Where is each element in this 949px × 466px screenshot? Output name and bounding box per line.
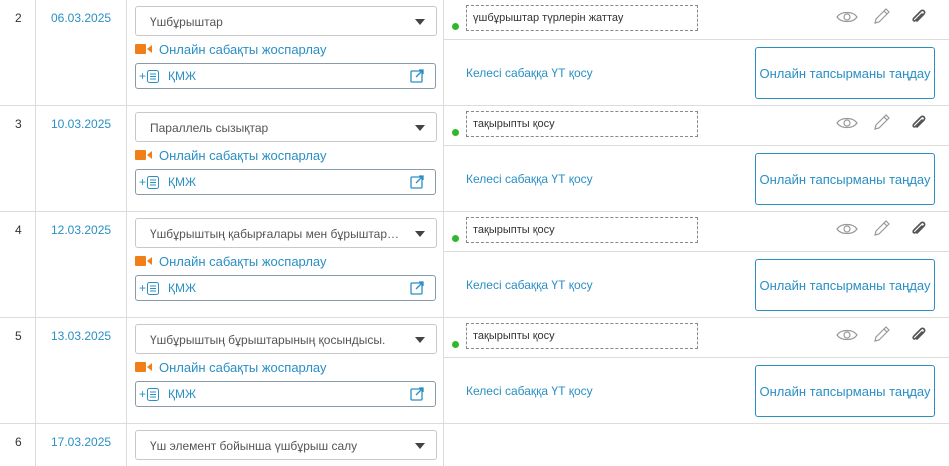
kmzh-field[interactable]: + ҚМЖ [135,169,436,195]
plan-online-lesson-link[interactable]: Онлайн сабақты жоспарлау [135,253,327,269]
divider [444,251,949,252]
kmzh-label: ҚМЖ [168,387,197,401]
lesson-date-link[interactable]: 10.03.2025 [51,117,111,131]
status-dot [452,235,459,242]
table-row: 5 13.03.2025 Үшбұрыштың бұрыштарының қос… [0,318,949,424]
eye-icon[interactable] [836,222,858,236]
choose-online-task-button[interactable]: Онлайн тапсырманы таңдау [755,153,935,205]
topic-select[interactable]: Параллель сызықтар [135,112,437,142]
homework-text: үшбұрыштар түрлерін жаттау [473,12,624,24]
external-link-icon[interactable] [410,281,424,295]
lesson-date-link[interactable]: 17.03.2025 [51,435,111,449]
kmzh-field[interactable]: + ҚМЖ [135,63,436,89]
video-camera-icon [135,255,153,267]
table-row: 6 17.03.2025 Үш элемент бойынша үшбұрыш … [0,424,949,464]
row-number: 4 [15,223,22,237]
kmzh-label: ҚМЖ [168,175,197,189]
table-row: 4 12.03.2025 Үшбұрыштың қабырғалары мен … [0,212,949,318]
topic-select-value: Үш элемент бойынша үшбұрыш салу [150,439,358,453]
plus-icon: + [139,387,147,401]
add-next-homework-link[interactable]: Келесі сабаққа ҮТ қосу [466,172,593,186]
eye-icon[interactable] [836,10,858,24]
homework-field[interactable]: үшбұрыштар түрлерін жаттау [466,5,698,31]
video-camera-icon [135,361,153,373]
external-link-icon[interactable] [410,175,424,189]
paperclip-icon[interactable] [909,325,927,345]
lesson-date-link[interactable]: 06.03.2025 [51,11,111,25]
paperclip-icon[interactable] [909,219,927,239]
plan-online-lesson-label: Онлайн сабақты жоспарлау [159,41,327,57]
homework-text: тақырыпты қосу [473,118,555,130]
homework-text: тақырыпты қосу [473,330,555,342]
plus-icon: + [139,281,147,295]
topic-select-value: Параллель сызықтар [150,121,269,135]
status-dot [452,23,459,30]
eye-icon[interactable] [836,116,858,130]
pencil-icon[interactable] [873,219,891,237]
eye-icon[interactable] [836,328,858,342]
plan-online-lesson-label: Онлайн сабақты жоспарлау [159,147,327,163]
plan-online-lesson-link[interactable]: Онлайн сабақты жоспарлау [135,359,327,375]
topic-select[interactable]: Үшбұрыштың бұрыштарының қосындысы. [135,324,437,354]
table-row: 2 06.03.2025 Үшбұрыштар Онлайн сабақты ж… [0,0,949,106]
kmzh-label: ҚМЖ [168,69,197,83]
paperclip-icon[interactable] [909,7,927,27]
video-camera-icon [135,149,153,161]
topic-select[interactable]: Үшбұрыштың қабырғалары мен бұрыштары а..… [135,218,437,248]
chevron-down-icon [415,443,425,449]
row-number: 6 [15,435,22,449]
divider [444,145,949,146]
plan-online-lesson-label: Онлайн сабақты жоспарлау [159,359,327,375]
topic-select[interactable]: Үшбұрыштар [135,6,437,36]
table-row: 3 10.03.2025 Параллель сызықтар Онлайн с… [0,106,949,212]
topic-select-value: Үшбұрыштың қабырғалары мен бұрыштары а..… [150,227,404,241]
chevron-down-icon [415,231,425,237]
row-number: 2 [15,11,22,25]
choose-online-task-button[interactable]: Онлайн тапсырманы таңдау [755,47,935,99]
homework-field[interactable]: тақырыпты қосу [466,217,698,243]
kmzh-field[interactable]: + ҚМЖ [135,275,436,301]
choose-online-task-button[interactable]: Онлайн тапсырманы таңдау [755,259,935,311]
external-link-icon[interactable] [410,387,424,401]
kmzh-label: ҚМЖ [168,281,197,295]
pencil-icon[interactable] [873,113,891,131]
plus-icon: + [139,175,147,189]
row-number: 3 [15,117,22,131]
document-add-icon [147,282,159,295]
paperclip-icon[interactable] [909,113,927,133]
document-add-icon [147,176,159,189]
lesson-date-link[interactable]: 12.03.2025 [51,223,111,237]
chevron-down-icon [415,337,425,343]
document-add-icon [147,70,159,83]
divider [444,357,949,358]
status-dot [452,129,459,136]
topic-select-value: Үшбұрыштың бұрыштарының қосындысы. [150,333,386,347]
choose-online-task-button[interactable]: Онлайн тапсырманы таңдау [755,365,935,417]
row-number: 5 [15,329,22,343]
plus-icon: + [139,69,147,83]
document-add-icon [147,388,159,401]
homework-text: тақырыпты қосу [473,224,555,236]
lesson-date-link[interactable]: 13.03.2025 [51,329,111,343]
add-next-homework-link[interactable]: Келесі сабаққа ҮТ қосу [466,66,593,80]
plan-online-lesson-label: Онлайн сабақты жоспарлау [159,253,327,269]
kmzh-field[interactable]: + ҚМЖ [135,381,436,407]
topic-select-value: Үшбұрыштар [150,15,223,29]
plan-online-lesson-link[interactable]: Онлайн сабақты жоспарлау [135,41,327,57]
homework-field[interactable]: тақырыпты қосу [466,323,698,349]
external-link-icon[interactable] [410,69,424,83]
status-dot [452,341,459,348]
add-next-homework-link[interactable]: Келесі сабаққа ҮТ қосу [466,384,593,398]
chevron-down-icon [415,125,425,131]
topic-select[interactable]: Үш элемент бойынша үшбұрыш салу [135,430,437,460]
plan-online-lesson-link[interactable]: Онлайн сабақты жоспарлау [135,147,327,163]
chevron-down-icon [415,19,425,25]
lesson-plan-table: 2 06.03.2025 Үшбұрыштар Онлайн сабақты ж… [0,0,949,466]
add-next-homework-link[interactable]: Келесі сабаққа ҮТ қосу [466,278,593,292]
video-camera-icon [135,43,153,55]
pencil-icon[interactable] [873,325,891,343]
homework-field[interactable]: тақырыпты қосу [466,111,698,137]
pencil-icon[interactable] [873,7,891,25]
divider [444,39,949,40]
